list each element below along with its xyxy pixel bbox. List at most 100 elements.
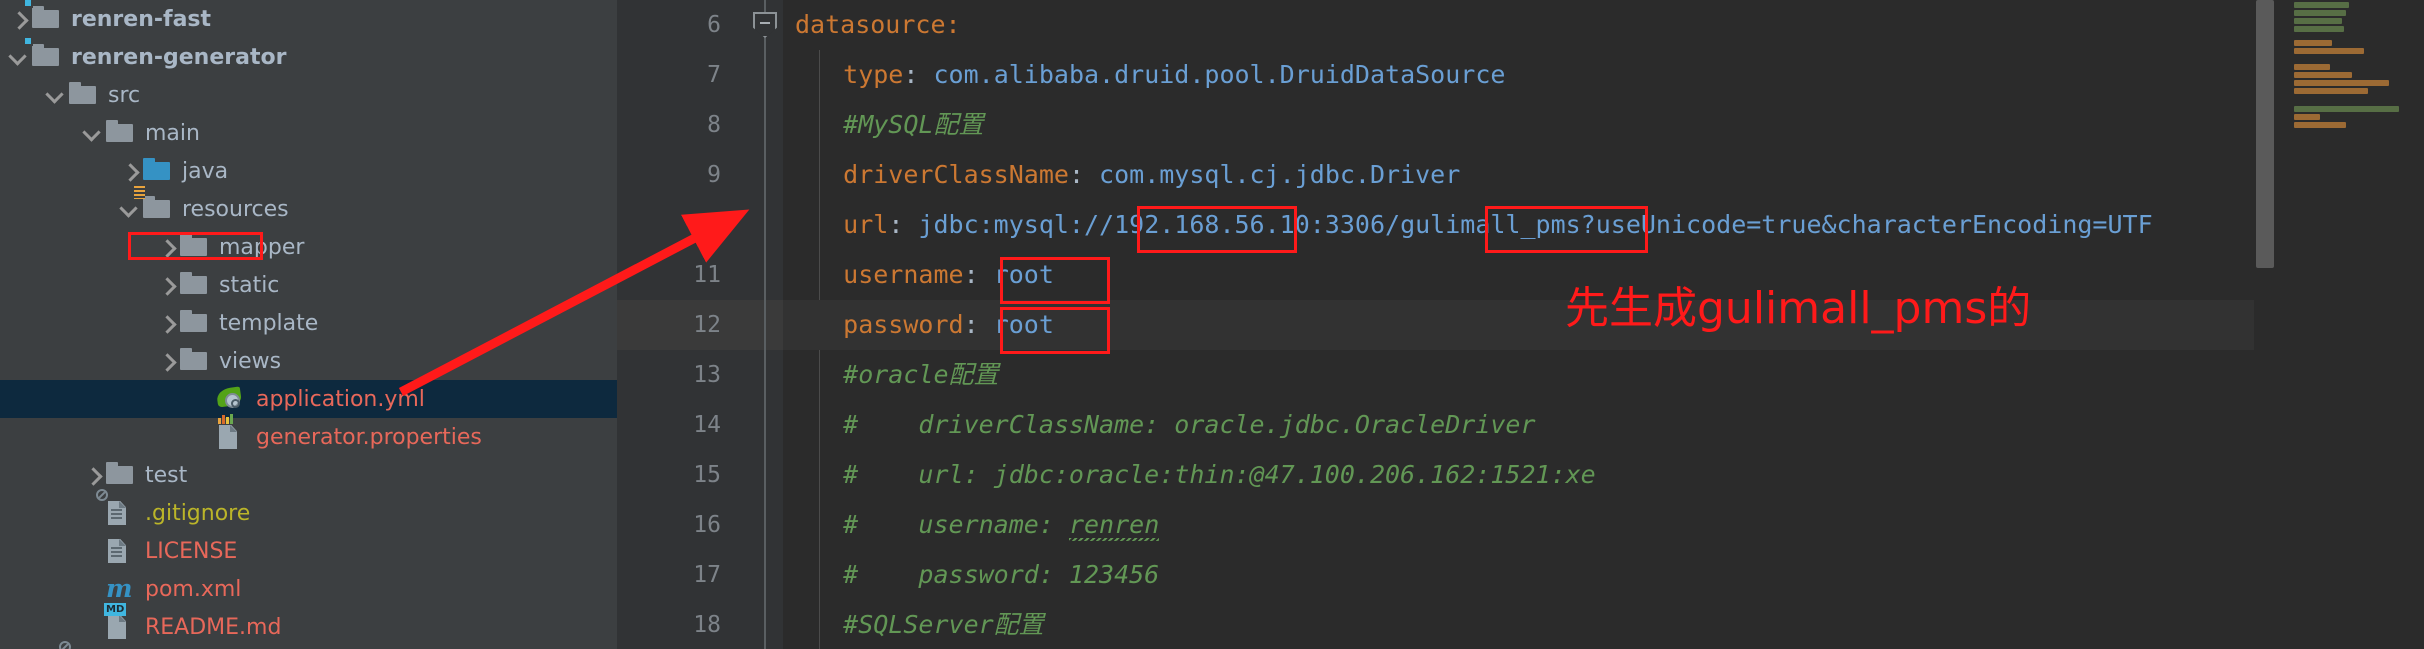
tree-item-main[interactable]: main (0, 114, 617, 152)
scrollbar-thumb[interactable] (2256, 0, 2274, 268)
chevron-right-icon[interactable] (80, 462, 106, 488)
code-token: root (993, 310, 1054, 339)
tree-item-application-yml[interactable]: application.yml (0, 380, 617, 418)
minimap-line (2294, 48, 2364, 54)
line-number: 7 (707, 62, 721, 88)
tree-item-resources[interactable]: resources (0, 186, 617, 228)
code-line[interactable]: #MySQL配置 (783, 100, 2424, 150)
code-line[interactable]: # password: 123456 (783, 550, 2424, 600)
code-line[interactable]: # driverClassName: oracle.jdbc.OracleDri… (783, 400, 2424, 450)
tree-item-license[interactable]: LICENSE (0, 532, 617, 570)
code-token: com.mysql.cj.jdbc.Driver (1099, 160, 1461, 189)
tree-item-mapper[interactable]: mapper (0, 228, 617, 266)
code-token: : (888, 210, 919, 239)
code-token: : (963, 260, 994, 289)
code-line[interactable]: username: root (783, 250, 2424, 300)
spring-yaml-icon (215, 386, 247, 412)
code-token: : (903, 60, 934, 89)
no-chevron (80, 576, 106, 602)
code-token: # username: (843, 510, 1069, 539)
line-number: 15 (693, 462, 721, 488)
chevron-right-icon[interactable] (154, 272, 180, 298)
tree-item-label: views (219, 348, 282, 374)
tree-item-label: test (145, 462, 188, 488)
folder-icon (69, 82, 99, 108)
code-token: renren (1068, 510, 1160, 543)
tree-item-static[interactable]: static (0, 266, 617, 304)
tree-item-label: renren-generator (71, 44, 287, 70)
tree-item-label: application.yml (256, 386, 425, 412)
code-line[interactable]: url: jdbc:mysql://192.168.56.10:3306/gul… (783, 200, 2424, 250)
minimap-line (2294, 114, 2320, 120)
tree-item-gitignore[interactable]: .gitignore (0, 489, 617, 532)
code-token: username (843, 260, 964, 289)
chevron-right-icon[interactable] (154, 234, 180, 260)
no-chevron (80, 614, 106, 640)
editor-minimap[interactable] (2276, 0, 2424, 649)
tree-item-src[interactable]: src (0, 76, 617, 114)
code-token: # url: jdbc:oracle:thin:@47.100.206.162:… (843, 460, 1596, 489)
tree-item-label: .gitignore (145, 500, 251, 526)
tree-item-views[interactable]: views (0, 342, 617, 380)
code-line[interactable]: #SQLServer配置 (783, 600, 2424, 649)
module-folder-icon (23, 36, 62, 70)
project-tree-panel[interactable]: renren-fast renren-generator src main java re… (0, 0, 617, 649)
minimap-line (2294, 10, 2346, 16)
tree-item-generator-properties[interactable]: generator.properties (0, 414, 617, 456)
tree-item-renren-generator[interactable]: renren-generator (0, 36, 617, 76)
tree-item-java[interactable]: java (0, 152, 617, 190)
chevron-right-icon[interactable] (6, 6, 32, 32)
minimap-line (2294, 2, 2349, 8)
minimap-line (2294, 26, 2344, 32)
code-line[interactable]: type: com.alibaba.druid.pool.DruidDataSo… (783, 50, 2424, 100)
folder-icon (180, 348, 210, 374)
code-line[interactable]: # username: renren (783, 500, 2424, 550)
code-token: type (843, 60, 904, 89)
code-line[interactable]: datasource: (783, 0, 2424, 50)
minimap-line (2294, 106, 2399, 112)
code-line[interactable]: driverClassName: com.mysql.cj.jdbc.Drive… (783, 150, 2424, 200)
line-number: 18 (693, 612, 721, 638)
code-token: root (993, 260, 1054, 289)
code-line[interactable]: #oracle配置 (783, 350, 2424, 400)
tree-item-template[interactable]: template (0, 304, 617, 342)
code-folding-gutter[interactable] (747, 0, 783, 649)
tree-item-label: LICENSE (145, 538, 238, 564)
code-editor[interactable]: 6 7 8 9 10 11 12 13 14 15 16 17 18 datasource: type: … (617, 0, 2424, 649)
line-number: 8 (707, 112, 721, 138)
code-token: com.alibaba.druid.pool.DruidDataSource (933, 60, 1506, 89)
markdown-file-icon: MD (104, 603, 136, 640)
module-folder-icon (23, 0, 62, 32)
editor-vertical-scrollbar[interactable] (2254, 0, 2276, 649)
no-chevron (191, 386, 217, 412)
chevron-down-icon[interactable] (117, 196, 143, 222)
tree-item-pom-xml[interactable]: m pom.xml (0, 570, 617, 608)
tree-item-readme-md[interactable]: MD README.md (0, 603, 617, 646)
code-token: datasource: (795, 10, 961, 39)
minimap-line (2294, 40, 2332, 46)
chevron-right-icon[interactable] (117, 158, 143, 184)
tree-item-label: src (108, 82, 141, 108)
text-file-icon (106, 538, 136, 564)
code-token: driverClassName (843, 160, 1069, 189)
code-line[interactable]: # url: jdbc:oracle:thin:@47.100.206.162:… (783, 450, 2424, 500)
properties-file-icon (217, 414, 247, 450)
chevron-right-icon[interactable] (154, 348, 180, 374)
fold-collapse-icon[interactable] (753, 12, 777, 38)
chevron-down-icon[interactable] (80, 120, 106, 146)
chevron-right-icon[interactable] (154, 310, 180, 336)
minimap-line (2294, 122, 2346, 128)
line-number: 12 (693, 312, 721, 338)
ide-window: renren-fast renren-generator src main java re… (0, 0, 2424, 649)
chevron-down-icon[interactable] (43, 82, 69, 108)
folder-icon (180, 234, 210, 260)
tree-item-test[interactable]: test (0, 456, 617, 494)
code-token: # password: 123456 (843, 560, 1160, 589)
code-token: : (963, 310, 994, 339)
chevron-down-icon[interactable] (6, 44, 32, 70)
tree-item-label: generator.properties (256, 424, 482, 450)
code-token: #MySQL配置 (843, 110, 984, 139)
tree-item-renren-fast[interactable]: renren-fast (0, 0, 617, 38)
code-content[interactable]: datasource: type: com.alibaba.druid.pool.… (783, 0, 2424, 649)
code-line[interactable]: password: root (783, 300, 2424, 350)
